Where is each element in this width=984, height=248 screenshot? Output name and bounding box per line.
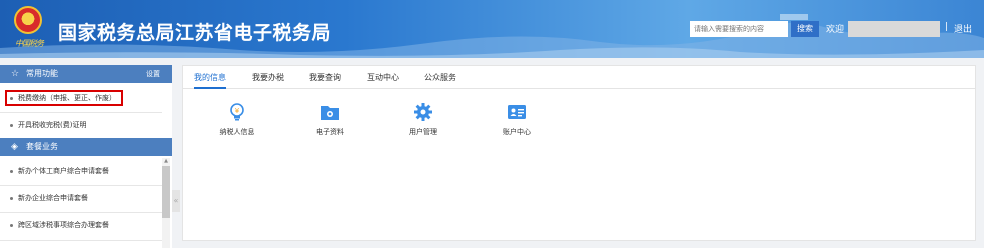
star-icon: ☆ [11,69,20,79]
taxpayer-info-entry[interactable]: ¥ 纳税人信息 [205,102,269,137]
username-redacted [848,21,940,37]
svg-text:¥: ¥ [235,107,240,115]
settings-link[interactable]: 设置 [146,65,160,83]
scroll-thumb[interactable] [162,166,170,218]
divider [0,240,162,241]
function-label: 纳税人信息 [219,128,255,136]
main-panel: 我的信息 我要办税 我要查询 互动中心 公众服务 ¥ 纳税人信息 电子资料 用户… [182,65,976,241]
bullet-icon [10,169,13,173]
emblem-script-text: 中国税务 [15,39,44,48]
tab-bar: 我的信息 我要办税 我要查询 互动中心 公众服务 [183,66,975,89]
bullet-icon [10,223,13,227]
common-functions-header: ☆ 常用功能 设置 [0,65,172,83]
national-emblem-logo [14,6,42,34]
bullet-icon [10,196,13,200]
electronic-docs-entry[interactable]: 电子资料 [298,102,362,137]
sidebar-item-label: 跨区域涉税事项综合办理套餐 [18,221,109,229]
divider [0,212,162,213]
sidebar-item-individual-package[interactable]: 新办个体工商户综合申请套餐 [0,160,162,182]
layers-icon: ◈ [11,142,18,152]
function-label: 账户中心 [503,128,531,136]
highlight-box [5,90,123,106]
site-title: 国家税务总局江苏省电子税务局 [58,22,332,44]
sidebar-item-tax-certificate[interactable]: 开具税收完税(费)证明 [0,114,162,136]
logout-link[interactable]: 退出 [954,22,972,35]
gear-icon [413,102,433,122]
sidebar-item-cross-region-package[interactable]: 跨区域涉税事项综合办理套餐 [0,214,162,236]
user-management-entry[interactable]: 用户管理 [391,102,455,137]
bullet-icon [10,123,13,127]
header-separator: | [945,22,949,32]
sidebar-item-label: 开具税收完税(费)证明 [18,121,87,129]
scroll-up-icon[interactable]: ▲ [162,158,170,164]
sidebar-scrollbar[interactable]: ▲ [162,158,170,248]
function-label: 用户管理 [409,128,437,136]
site-header: 中国税务 国家税务总局江苏省电子税务局 搜索 欢迎 | 退出 [0,0,984,58]
divider [0,185,162,186]
sidebar-item-label: 新办企业综合申请套餐 [18,194,88,202]
account-center-entry[interactable]: 账户中心 [485,102,549,137]
sidebar-item-label: 新办个体工商户综合申请套餐 [18,167,109,175]
folder-icon [320,102,340,122]
divider [0,112,162,113]
sidebar-item-enterprise-package[interactable]: 新办企业综合申请套餐 [0,187,162,209]
tab-public-service[interactable]: 公众服务 [424,66,456,89]
package-business-header: ◈ 套餐业务 [0,138,172,156]
id-card-icon [507,102,527,122]
lightbulb-icon: ¥ [227,102,247,122]
collapse-sidebar-button[interactable]: « [172,190,180,212]
tab-interaction[interactable]: 互动中心 [367,66,399,89]
search-input[interactable] [690,21,788,37]
tab-query[interactable]: 我要查询 [309,66,341,89]
welcome-text: 欢迎 [826,25,845,35]
package-business-title: 套餐业务 [26,142,58,151]
tab-do-tax[interactable]: 我要办税 [252,66,284,89]
common-functions-title: 常用功能 [26,69,58,78]
tab-my-info[interactable]: 我的信息 [194,66,226,89]
sidebar: ☆ 常用功能 设置 税费缴纳（申报、更正、作废） 开具税收完税(费)证明 ◈ 套… [0,65,172,248]
function-label: 电子资料 [316,128,344,136]
search-button[interactable]: 搜索 [791,21,819,37]
